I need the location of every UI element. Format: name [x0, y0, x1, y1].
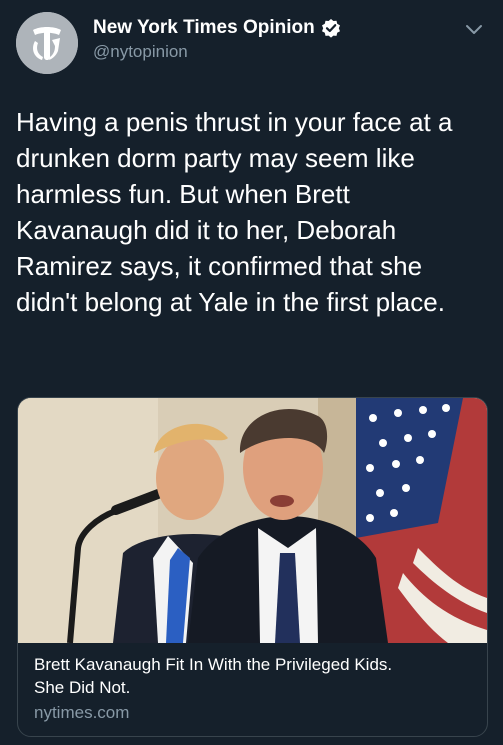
verified-badge-icon: [321, 18, 341, 38]
nyt-t-logo-icon: [16, 12, 78, 74]
avatar[interactable]: [16, 12, 78, 74]
display-name[interactable]: New York Times Opinion: [93, 17, 315, 39]
article-photo: [18, 398, 487, 643]
account-handle[interactable]: @nytopinion: [93, 42, 341, 62]
display-name-row: New York Times Opinion: [93, 17, 341, 39]
tweet-text: Having a penis thrust in your face at a …: [16, 107, 453, 317]
card-domain: nytimes.com: [34, 703, 130, 722]
chevron-down-icon[interactable]: [465, 24, 483, 36]
card-title[interactable]: Brett Kavanaugh Fit In With the Privileg…: [34, 653, 474, 699]
author-block: New York Times Opinion @nytopinion: [93, 17, 341, 62]
link-card[interactable]: Brett Kavanaugh Fit In With the Privileg…: [17, 397, 488, 737]
card-title-text[interactable]: Brett Kavanaugh Fit In With the Privileg…: [34, 655, 392, 697]
